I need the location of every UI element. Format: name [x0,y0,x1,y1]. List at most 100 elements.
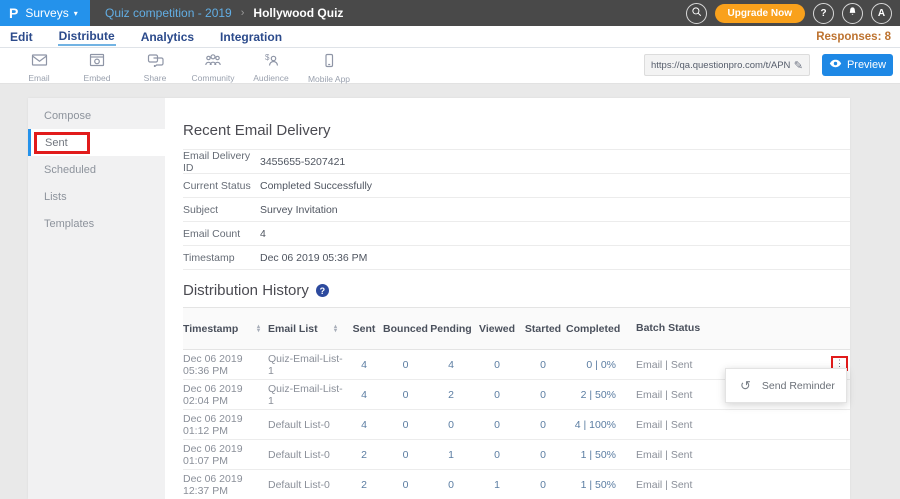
column-header-timestamp: Timestamp▴▾ [183,323,268,335]
channel-label: Share [144,73,167,83]
search-button[interactable] [686,3,707,24]
sidebar-item-label: Templates [44,218,94,230]
cell-started: 0 [520,359,566,371]
breadcrumb-separator-icon: › [241,7,245,19]
chevron-down-icon: ▾ [74,9,78,18]
breadcrumb-survey-folder[interactable]: Quiz competition - 2019 [105,6,232,20]
cell-pending: 1 [428,449,474,461]
sidebar-item-lists[interactable]: Lists [28,183,165,210]
preview-button-label: Preview [847,59,886,71]
info-row: Email Count 4 [183,222,850,246]
channel-share[interactable]: Share [126,53,184,84]
cell-sent: 2 [345,479,383,491]
info-value: Completed Successfully [260,180,372,192]
channel-email[interactable]: Email [10,53,68,84]
svg-text:$: $ [265,53,270,62]
table-header-row: Timestamp▴▾Email List▴▾SentBouncedPendin… [183,307,850,350]
cell-timestamp: Dec 06 2019 12:37 PM [183,473,268,497]
cell-bounced: 0 [383,419,428,431]
column-header-pending: Pending [428,323,474,335]
info-value: Dec 06 2019 05:36 PM [260,252,367,264]
cell-viewed: 1 [474,479,520,491]
distribution-history-table: Timestamp▴▾Email List▴▾SentBouncedPendin… [183,307,850,499]
column-header-started: Started [520,323,566,335]
community-people-icon [204,53,222,72]
cell-viewed: 0 [474,389,520,401]
channel-mobile-app[interactable]: Mobile App [300,53,358,84]
info-label: Current Status [183,180,260,192]
upgrade-now-button[interactable]: Upgrade Now [715,4,805,23]
channel-embed[interactable]: Embed [68,53,126,84]
sidebar-item-scheduled[interactable]: Scheduled [28,156,165,183]
cell-email-list: Default List-0 [268,419,345,431]
table-row[interactable]: Dec 06 2019 01:07 PMDefault List-0201001… [183,440,850,470]
info-label: Email Delivery ID [183,150,260,174]
cell-timestamp: Dec 06 2019 05:36 PM [183,353,268,377]
menu-item-send-reminder[interactable]: Send Reminder [762,380,835,392]
table-row[interactable]: Dec 06 2019 01:12 PMDefault List-0400004… [183,410,850,440]
info-row: Timestamp Dec 06 2019 05:36 PM [183,246,850,270]
channel-label: Community [192,73,235,83]
nav-tab-analytics[interactable]: Analytics [140,28,195,45]
column-header-sent: Sent [345,323,383,335]
cell-batch-status: Email | Sent [622,419,850,431]
cell-sent: 4 [345,359,383,371]
column-header-completed: Completed [566,323,622,335]
cell-bounced: 0 [383,359,428,371]
sidebar-item-sent[interactable]: Sent [28,129,165,156]
survey-url-field[interactable]: https://qa.questionpro.com/t/APNrFZf29 ✎ [644,54,810,76]
sort-icon[interactable]: ▴▾ [257,325,260,333]
cell-started: 0 [520,419,566,431]
nav-tab-edit[interactable]: Edit [9,28,34,45]
mobile-phone-icon [322,53,336,73]
recent-delivery-title: Recent Email Delivery [183,122,850,139]
column-header-viewed: Viewed [474,323,520,335]
breadcrumb-survey-name: Hollywood Quiz [253,6,343,20]
distribute-toolbar: Email Embed Share Community $ Audience [0,48,900,84]
cell-pending: 2 [428,389,474,401]
topbar-actions: Upgrade Now ? A [686,3,900,24]
cell-email-list: Default List-0 [268,449,345,461]
sidebar-item-label: Compose [44,110,91,122]
surveys-menu[interactable]: P Surveys ▾ [0,0,90,26]
annotation-highlight-sent: Sent [34,132,90,154]
info-row: Subject Survey Invitation [183,198,850,222]
cell-email-list: Quiz-Email-List-1 [268,383,345,407]
notifications-button[interactable] [842,3,863,24]
sent-content: Recent Email Delivery Email Delivery ID … [165,98,850,499]
cell-timestamp: Dec 06 2019 02:04 PM [183,383,268,407]
cell-sent: 2 [345,449,383,461]
info-value: 4 [260,228,266,240]
channel-community[interactable]: Community [184,53,242,84]
row-context-menu: ↺ Send Reminder [725,368,847,403]
cell-bounced: 0 [383,449,428,461]
cell-completed: 1 | 50% [566,479,622,491]
channel-audience[interactable]: $ Audience [242,53,300,84]
table-row[interactable]: Dec 06 2019 12:37 PMDefault List-0200101… [183,470,850,499]
bell-icon [847,6,858,20]
cell-completed: 4 | 100% [566,419,622,431]
cell-timestamp: Dec 06 2019 01:12 PM [183,413,268,437]
cell-pending: 4 [428,359,474,371]
sidebar-item-templates[interactable]: Templates [28,210,165,237]
help-circle-icon[interactable]: ? [316,284,329,297]
edit-pencil-icon[interactable]: ✎ [794,59,803,72]
search-icon [691,6,702,20]
nav-tab-distribute[interactable]: Distribute [58,27,116,46]
avatar[interactable]: A [871,3,892,24]
share-chat-icon [147,53,164,72]
sort-icon[interactable]: ▴▾ [334,325,337,333]
preview-button[interactable]: Preview [822,54,893,76]
nav-tab-integration[interactable]: Integration [219,28,283,45]
cell-viewed: 0 [474,449,520,461]
info-label: Timestamp [183,252,260,264]
help-button[interactable]: ? [813,3,834,24]
breadcrumb: Quiz competition - 2019 › Hollywood Quiz [90,6,686,20]
channel-label: Email [28,73,49,83]
sent-panel: Compose Sent Scheduled Lists Templates R… [28,98,850,499]
cell-email-list: Default List-0 [268,479,345,491]
cell-sent: 4 [345,419,383,431]
sidebar-item-compose[interactable]: Compose [28,102,165,129]
top-bar: P Surveys ▾ Quiz competition - 2019 › Ho… [0,0,900,26]
responses-count[interactable]: Responses: 8 [816,31,891,43]
